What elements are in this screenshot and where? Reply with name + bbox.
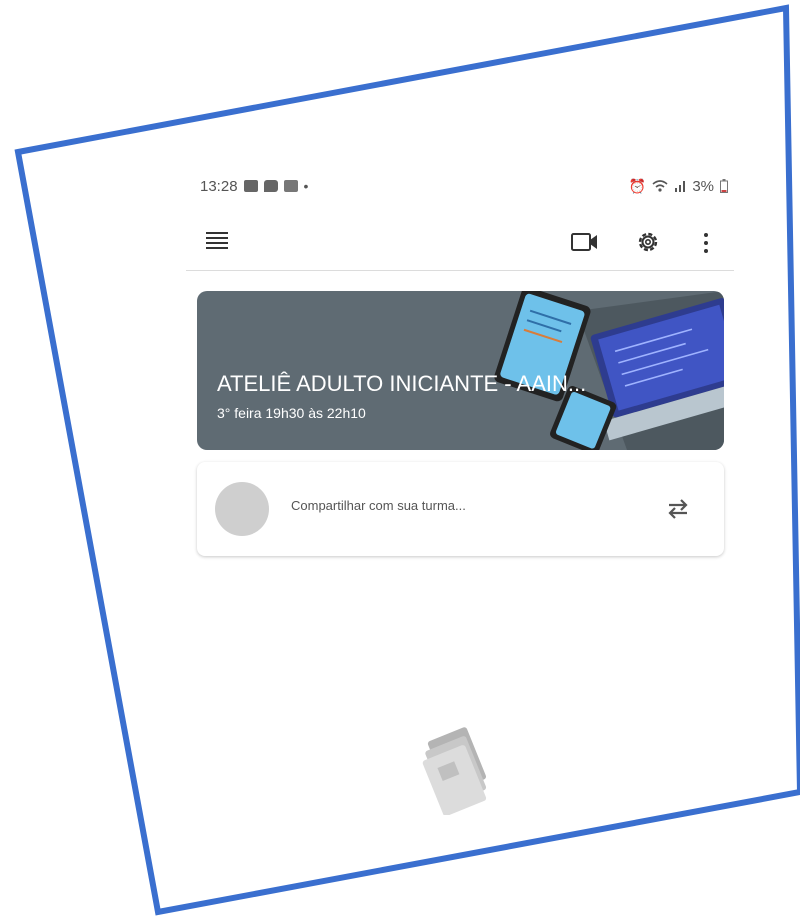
signal-icon (675, 181, 686, 192)
battery-icon (720, 179, 728, 193)
share-card[interactable]: Compartilhar com sua turma... (197, 462, 724, 556)
status-time: 13:28 (200, 177, 238, 195)
class-title: ATELIÊ ADULTO INICIANTE - AAIN... (217, 371, 587, 396)
tilted-frame (14, 4, 800, 916)
menu-icon[interactable] (206, 232, 228, 252)
image-icon (243, 180, 258, 192)
more-vert-icon[interactable] (696, 230, 716, 256)
battery-percent: 3% (692, 177, 714, 195)
empty-stream-icon (422, 727, 487, 815)
calendar-icon (283, 180, 298, 192)
notification-dot-icon: • (303, 178, 309, 194)
class-schedule: 3° feira 19h30 às 22h10 (217, 405, 366, 421)
screenshot-page: 13:28 • ⏰ 3% ATELIÊ ADULTO INICIANTE - A… (0, 0, 800, 917)
repost-icon[interactable] (665, 494, 691, 524)
status-bar: 13:28 • ⏰ 3% (200, 174, 728, 198)
class-banner[interactable]: ATELIÊ ADULTO INICIANTE - AAIN... 3° fei… (197, 291, 724, 450)
status-left: 13:28 • (200, 178, 308, 195)
video-icon[interactable] (570, 230, 600, 254)
avatar (215, 482, 269, 536)
wifi-icon (652, 180, 668, 192)
share-input[interactable]: Compartilhar com sua turma... (291, 498, 466, 513)
gear-icon[interactable] (634, 228, 662, 256)
app-bar (186, 218, 734, 271)
chat-icon (263, 180, 278, 192)
status-right: ⏰ 3% (629, 178, 728, 195)
alarm-icon: ⏰ (628, 177, 647, 194)
